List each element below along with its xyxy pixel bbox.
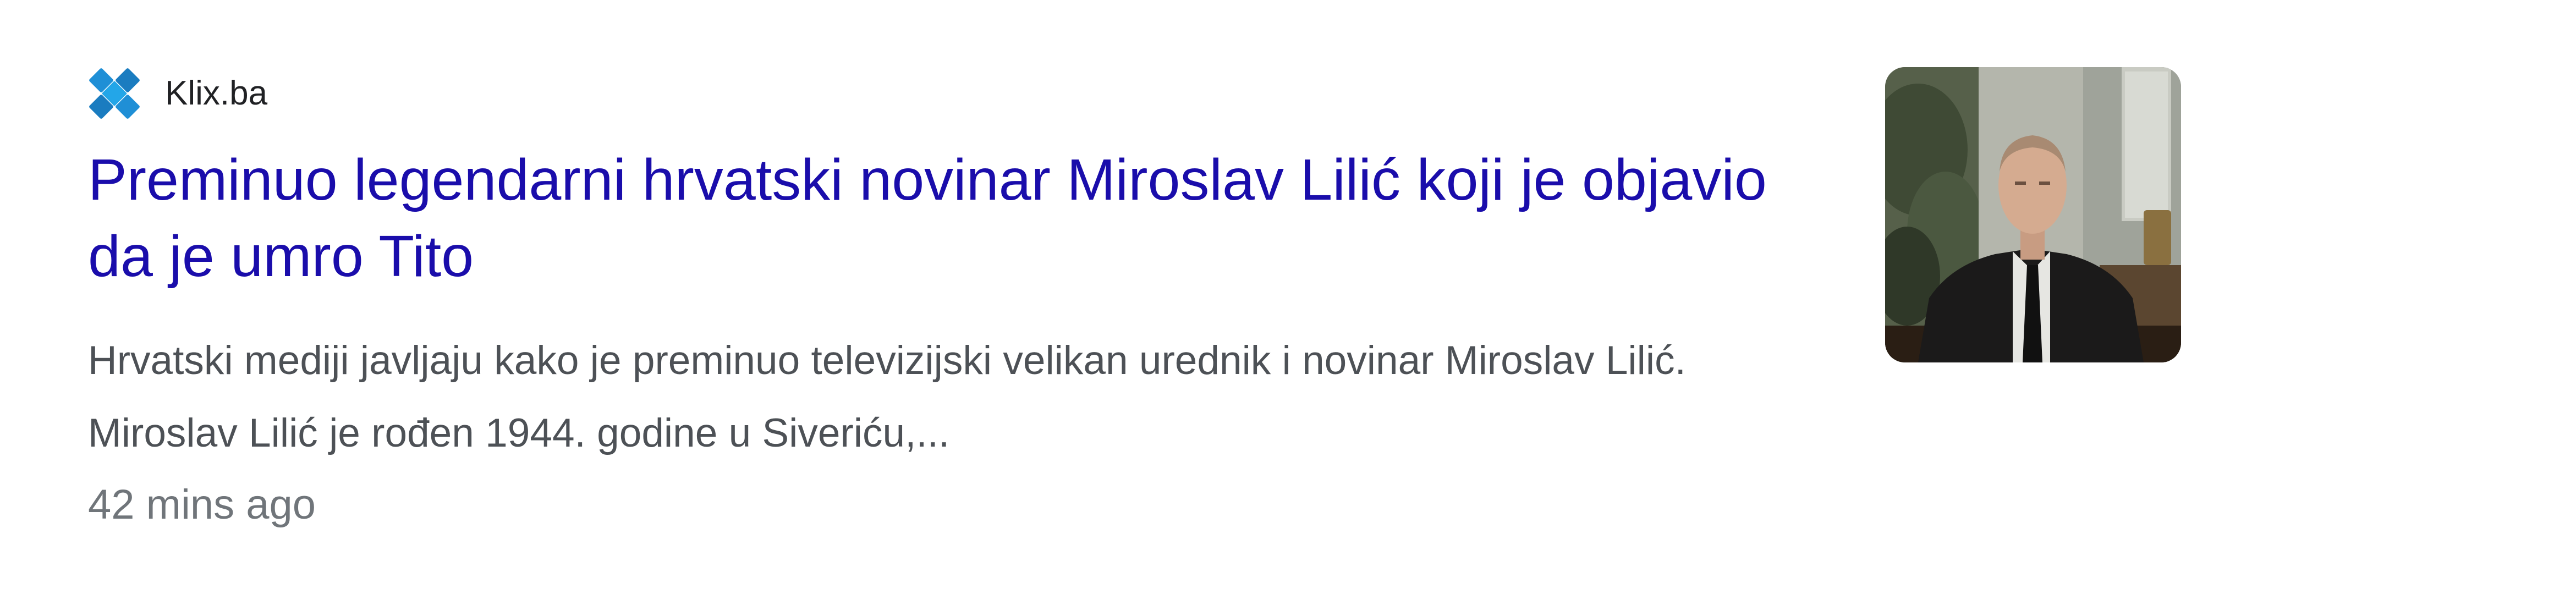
published-time: 42 mins ago xyxy=(88,481,316,528)
klix-logo-icon xyxy=(89,68,140,119)
source-name: Klix.ba xyxy=(165,74,268,112)
news-result-card: Klix.ba Preminuo legendarni hrvatski nov… xyxy=(0,0,2576,594)
source-row[interactable]: Klix.ba xyxy=(88,67,267,120)
headline-link[interactable]: Preminuo legendarni hrvatski novinar Mir… xyxy=(88,142,1793,295)
result-snippet: Hrvatski mediji javljaju kako je preminu… xyxy=(88,338,1686,455)
news-thumbnail-image[interactable] xyxy=(1885,67,2181,362)
